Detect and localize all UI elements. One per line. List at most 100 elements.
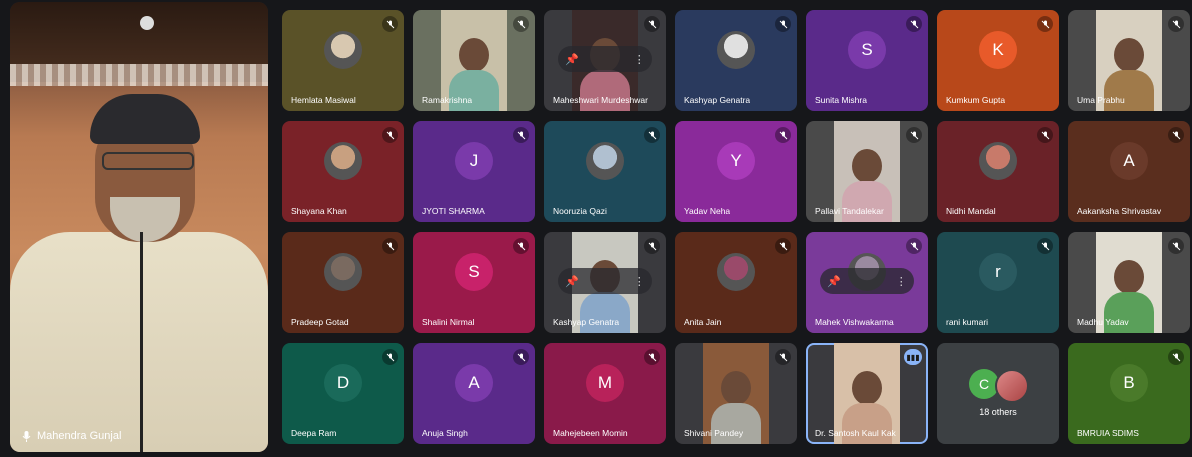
participant-name: Nooruzia Qazi — [553, 206, 607, 216]
mic-wire — [140, 232, 143, 452]
participant-name: Shalini Nirmal — [422, 317, 475, 327]
presenter-cap — [90, 94, 200, 144]
mic-off-icon — [1037, 238, 1053, 254]
avatar: Y — [717, 142, 755, 181]
participant-tile[interactable]: r rani kumari — [937, 232, 1059, 333]
participant-tile[interactable]: S Sunita Mishra — [806, 10, 928, 111]
avatar-photo — [979, 142, 1017, 181]
mic-off-icon — [644, 349, 660, 365]
avatar — [593, 48, 619, 70]
mic-off-icon — [513, 349, 529, 365]
avatar: S — [455, 253, 493, 292]
participant-tile[interactable]: J JYOTI SHARMA — [413, 121, 535, 222]
participant-name: Shivani Pandey — [684, 428, 744, 438]
mic-off-icon — [644, 238, 660, 254]
avatar — [855, 270, 881, 292]
participant-tile[interactable]: C 18 others — [937, 343, 1059, 444]
participant-tile[interactable]: S Shalini Nirmal — [413, 232, 535, 333]
participant-tile[interactable]: Shivani Pandey — [675, 343, 797, 444]
participant-name: Anita Jain — [684, 317, 722, 327]
avatar — [593, 270, 619, 292]
participant-face — [721, 371, 751, 405]
mic-off-icon — [906, 238, 922, 254]
tile-hover-controls: 📌 ⋮ — [820, 268, 914, 294]
avatar-photo — [717, 253, 755, 292]
participant-name: Anuja Singh — [422, 428, 468, 438]
presenter-glasses — [102, 152, 194, 170]
mic-off-icon — [775, 238, 791, 254]
participant-tile[interactable]: Nidhi Mandal — [937, 121, 1059, 222]
participant-name: Deepa Ram — [291, 428, 337, 438]
mic-off-icon — [1037, 127, 1053, 143]
tile-hover-controls: 📌 ⋮ — [558, 46, 652, 72]
participant-face — [1114, 38, 1144, 72]
participant-name: Ramakrishna — [422, 95, 473, 105]
participant-name: Sunita Mishra — [815, 95, 867, 105]
mic-icon — [22, 430, 31, 442]
participant-tile[interactable]: A Aakanksha Shrivastav — [1068, 121, 1190, 222]
participant-tile[interactable]: Pradeep Gotad — [282, 232, 404, 333]
mic-off-icon — [513, 127, 529, 143]
participant-name: Dr. Santosh Kaul Kak — [815, 428, 896, 438]
mic-off-icon — [906, 127, 922, 143]
mic-off-icon — [906, 16, 922, 32]
participant-name: Hemlata Masiwal — [291, 95, 356, 105]
avatar: A — [1110, 142, 1148, 181]
mic-off-icon — [382, 349, 398, 365]
participant-tile[interactable]: Uma Prabhu — [1068, 10, 1190, 111]
participant-tile[interactable]: Kashyap Genatra — [675, 10, 797, 111]
presenter-shirt — [10, 232, 268, 452]
participant-tile[interactable]: D Deepa Ram — [282, 343, 404, 444]
avatar: D — [324, 364, 362, 403]
mic-off-icon — [382, 238, 398, 254]
mic-off-icon — [775, 127, 791, 143]
participant-name: Shayana Khan — [291, 206, 347, 216]
mic-off-icon — [1168, 16, 1184, 32]
avatar-photo — [324, 31, 362, 70]
more-vert-icon[interactable]: ⋮ — [634, 53, 645, 66]
pin-icon[interactable]: 📌 — [827, 275, 841, 288]
avatar: r — [979, 253, 1017, 292]
participant-tile[interactable]: 📌 ⋮ Mahek Vishwakarma — [806, 232, 928, 333]
participant-tile[interactable]: Nooruzia Qazi — [544, 121, 666, 222]
audio-bars-icon: ▮▮▮ — [904, 349, 922, 365]
avatar-photo — [324, 142, 362, 181]
participant-name: BMRUIA SDIMS — [1077, 428, 1139, 438]
pin-icon[interactable]: 📌 — [565, 53, 579, 66]
participant-tile[interactable]: 📌 ⋮ Kashyap Genatra — [544, 232, 666, 333]
participant-name: Mahek Vishwakarma — [815, 317, 894, 327]
participant-tile[interactable]: ▮▮▮ Dr. Santosh Kaul Kak — [806, 343, 928, 444]
avatar-photo — [995, 369, 1029, 403]
more-vert-icon[interactable]: ⋮ — [634, 275, 645, 288]
participant-name: Uma Prabhu — [1077, 95, 1125, 105]
participant-tile[interactable]: Ramakrishna — [413, 10, 535, 111]
participant-face — [852, 149, 882, 183]
participant-tile[interactable]: Pallavi Tandalekar — [806, 121, 928, 222]
mic-off-icon — [1168, 238, 1184, 254]
participant-name: Madhu Yadav — [1077, 317, 1129, 327]
participant-name: Maheshwari Murdeshwar — [553, 95, 648, 105]
avatar: A — [455, 364, 493, 403]
tile-hover-controls: 📌 ⋮ — [558, 268, 652, 294]
participant-tile[interactable]: Madhu Yadav — [1068, 232, 1190, 333]
avatar-photo — [717, 31, 755, 70]
participant-name: Pallavi Tandalekar — [815, 206, 884, 216]
participant-tile[interactable]: Hemlata Masiwal — [282, 10, 404, 111]
participant-tile[interactable]: K Kumkum Gupta — [937, 10, 1059, 111]
participant-tile[interactable]: A Anuja Singh — [413, 343, 535, 444]
light-fixture — [140, 16, 154, 30]
mic-off-icon — [382, 127, 398, 143]
participant-tile[interactable]: Shayana Khan — [282, 121, 404, 222]
participant-name: Nidhi Mandal — [946, 206, 996, 216]
avatar: S — [848, 31, 886, 70]
participant-tile[interactable]: Anita Jain — [675, 232, 797, 333]
participant-tile[interactable]: M Mahejebeen Momin — [544, 343, 666, 444]
pin-icon[interactable]: 📌 — [565, 275, 579, 288]
presenter-video[interactable]: Mahendra Gunjal — [10, 2, 268, 452]
more-vert-icon[interactable]: ⋮ — [896, 275, 907, 288]
participant-face — [459, 38, 489, 72]
participant-tile[interactable]: Y Yadav Neha — [675, 121, 797, 222]
participant-tile[interactable]: 📌 ⋮ Maheshwari Murdeshwar — [544, 10, 666, 111]
avatar-photo — [586, 142, 624, 181]
participant-tile[interactable]: B BMRUIA SDIMS — [1068, 343, 1190, 444]
